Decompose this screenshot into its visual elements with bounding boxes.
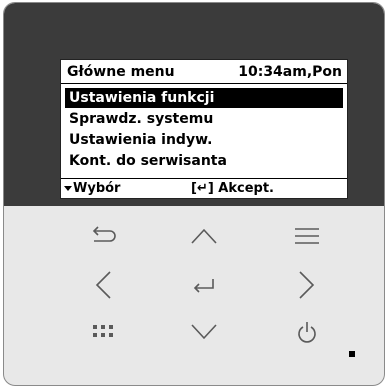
screen-footer: Wybór [↵] Akcept. bbox=[61, 178, 347, 198]
menu-item-label: Sprawdz. systemu bbox=[69, 111, 214, 127]
menu-button[interactable] bbox=[287, 216, 327, 256]
controller-device: Główne menu 10:34am,Pon Ustawienia funkc… bbox=[3, 2, 385, 386]
down-arrow-icon bbox=[64, 186, 72, 191]
enter-icon bbox=[193, 279, 214, 293]
down-button[interactable] bbox=[184, 312, 224, 352]
back-arrow-icon bbox=[92, 226, 116, 242]
status-led bbox=[349, 351, 355, 357]
menu-item-function-settings[interactable]: Ustawienia funkcji bbox=[65, 88, 343, 108]
chevron-left-icon bbox=[95, 271, 111, 299]
grid-button[interactable] bbox=[83, 312, 123, 352]
hamburger-icon bbox=[295, 228, 319, 244]
main-menu: Ustawienia funkcji Sprawdz. systemu Usta… bbox=[65, 88, 343, 172]
right-button[interactable] bbox=[287, 265, 327, 305]
menu-item-label: Kont. do serwisanta bbox=[69, 153, 227, 169]
power-icon bbox=[298, 322, 316, 343]
menu-item-system-check[interactable]: Sprawdz. systemu bbox=[65, 109, 343, 129]
enter-button[interactable] bbox=[184, 265, 224, 305]
screen-header: Główne menu 10:34am,Pon bbox=[61, 60, 347, 84]
chevron-down-icon bbox=[191, 324, 217, 340]
footer-select-hint: Wybór bbox=[64, 179, 120, 198]
chevron-up-icon bbox=[191, 228, 217, 244]
menu-item-individual-settings[interactable]: Ustawienia indyw. bbox=[65, 130, 343, 150]
power-button[interactable] bbox=[287, 312, 327, 352]
clock-display: 10:34am,Pon bbox=[238, 64, 342, 80]
menu-item-service-contact[interactable]: Kont. do serwisanta bbox=[65, 151, 343, 171]
lcd-screen: Główne menu 10:34am,Pon Ustawienia funkc… bbox=[60, 59, 348, 199]
menu-item-label: Ustawienia indyw. bbox=[69, 132, 213, 148]
up-button[interactable] bbox=[184, 216, 224, 256]
left-button[interactable] bbox=[83, 265, 123, 305]
chevron-right-icon bbox=[299, 271, 315, 299]
back-button[interactable] bbox=[83, 216, 123, 256]
menu-item-label: Ustawienia funkcji bbox=[69, 90, 215, 106]
screen-title: Główne menu bbox=[67, 64, 175, 80]
footer-accept-hint: [↵] Akcept. bbox=[191, 181, 274, 196]
footer-left-label: Wybór bbox=[73, 181, 121, 196]
grid-icon bbox=[93, 325, 113, 337]
